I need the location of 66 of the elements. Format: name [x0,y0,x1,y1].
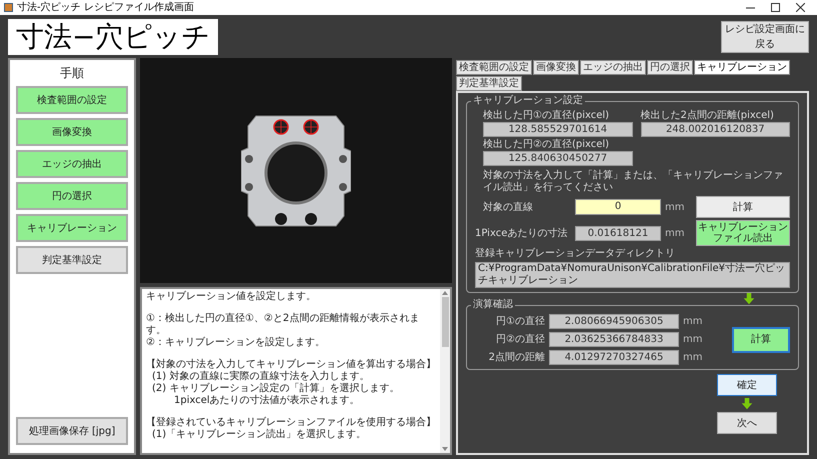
input-field[interactable]: 0 [575,199,661,215]
description-line: 1pixcelあたりの寸法値が表示されます。 [173,395,361,407]
step-button[interactable]: キャリブレーション [16,214,128,242]
value-field: 248.002016120837 [640,122,790,137]
save-image-button[interactable]: 処理画像保存 [jpg] [16,417,128,445]
unit-label: mm [683,351,702,365]
scroll-up-icon[interactable] [442,291,448,295]
value-field: 128.585529701614 [483,122,632,137]
instruction-text: 対象の寸法を入力して「計算」または、「キャリブレーションファイル読出」を行ってください [482,170,784,194]
unit-label: mm [683,315,702,329]
description-line: (2) キャリブレーション設定の「計算」を選択します。 [151,383,400,394]
unit-label: mm [665,200,685,214]
down-arrow-icon [741,398,753,410]
tab[interactable]: キャリブレーション [694,60,790,75]
down-arrow-icon [743,293,755,305]
step-button[interactable]: 画像変換 [16,118,128,146]
description-line: (1)「キャリブレーション読出」を選択します。 [151,429,368,441]
step-button[interactable]: 円の選択 [16,182,128,210]
load-calibration-button[interactable]: キャリブレーション ファイル読出 [696,220,790,246]
description-line: (1) 対象の直線に実際の直線寸法を入力します。 [151,371,370,382]
tab[interactable]: 画像変換 [533,60,579,75]
tab[interactable]: 検査範囲の設定 [456,60,532,75]
field-label: 円②の直径 [495,332,545,347]
group-title: 演算確認 [471,299,515,311]
value-field: 2.03625366784833 [549,332,679,347]
field-label: 2点間の距離 [488,350,545,365]
back-button[interactable]: レシピ設定画面に戻る [721,20,809,52]
scroll-down-icon[interactable] [442,447,448,451]
step-button[interactable]: 検査範囲の設定 [16,86,128,114]
tab[interactable]: 円の選択 [647,60,693,75]
step-button[interactable]: エッジの抽出 [16,150,128,178]
next-button[interactable]: 次へ [717,412,777,434]
page-title: 寸法−穴ピッチ [8,18,218,54]
field-label: 1Pixceあたりの寸法 [475,226,568,240]
unit-label: mm [665,226,685,240]
description-line: 【対象の寸法を入力してキャリブレーション値を算出する場合】 [146,359,436,370]
field-label: 対象の直線 [483,200,534,214]
description-line: キャリブレーション値を設定します。 [146,291,317,303]
app-icon [4,3,13,12]
calculate-button[interactable]: 計算 [732,326,790,352]
group-title: キャリブレーション設定 [471,95,585,107]
description-line: ①：検出した円の直径①、②と2点間の距離情報が表示されます。 [146,313,420,336]
step-button[interactable]: 判定基準設定 [16,246,128,274]
value-field: 2.08066945906305 [549,314,679,329]
close-icon[interactable] [796,3,805,12]
maximize-icon[interactable] [771,3,780,12]
field-label: 検出した円②の直径(pixcel) [483,139,610,151]
tab[interactable]: エッジの抽出 [580,60,646,75]
unit-label: mm [683,333,702,347]
value-field: 0.01618121 [575,226,661,240]
scrollbar[interactable] [440,289,450,453]
window-title: 寸法-穴ピッチ レシピファイル作成画面 [17,2,194,12]
confirm-button[interactable]: 確定 [717,374,777,396]
value-field: 4.01297270327465 [549,350,679,365]
field-label: 円①の直径 [495,314,545,329]
calculate-button[interactable]: 計算 [696,196,790,218]
directory-field: C:¥ProgramData¥NomuraUnison¥CalibrationFile¥寸法ー穴ピッチキャリブレーション [475,262,790,288]
tab[interactable]: 判定基準設定 [456,76,522,91]
field-label: 検出した円①の直径(pixcel) [483,110,610,122]
scroll-thumb[interactable] [442,297,448,347]
field-label: 登録キャリブレーションデータディレクトリ [475,248,676,260]
field-label: 検出した2点間の距離(pixcel) [640,110,775,122]
value-field: 125.840630450277 [483,151,632,166]
description-line: 【登録されているキャリブレーションファイルを使用する場合】 [146,417,436,428]
description-line: ②：キャリブレーションを設定します。 [146,337,326,349]
steps-title: 手順 [59,65,85,82]
